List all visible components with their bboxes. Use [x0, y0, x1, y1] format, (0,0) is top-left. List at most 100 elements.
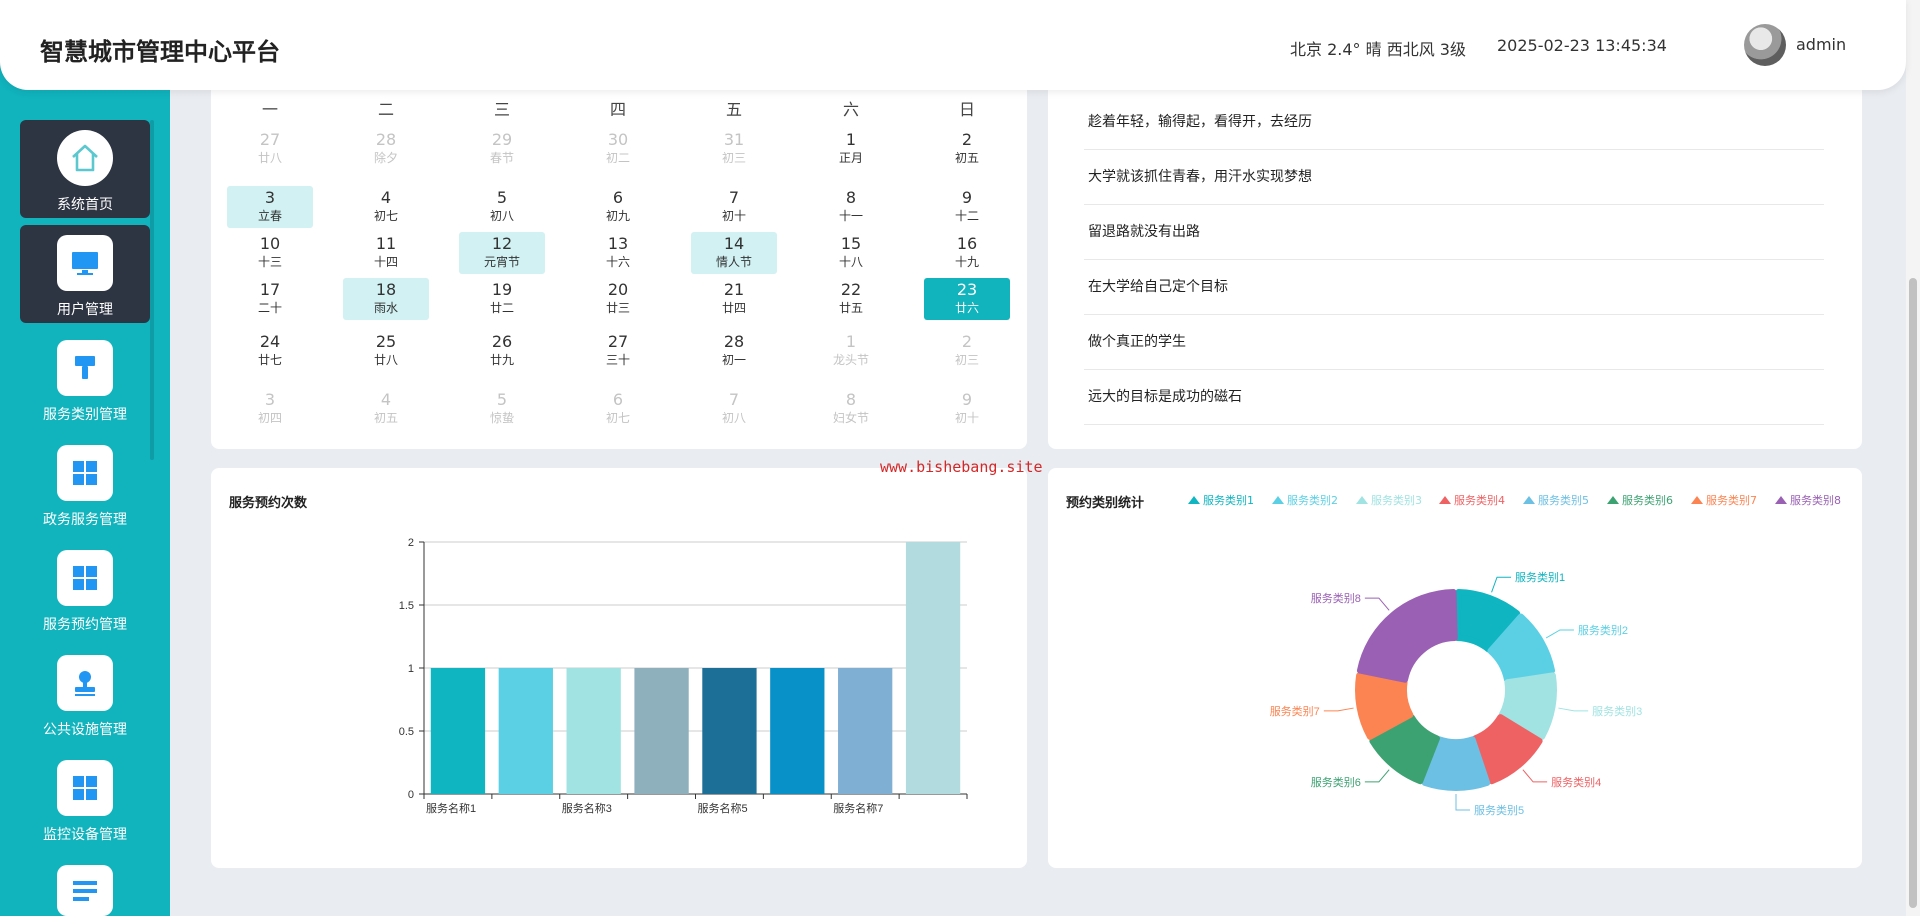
quote-item[interactable]: 远大的目标是成功的磁石 [1084, 370, 1824, 425]
lunar-label: 十九 [954, 255, 979, 269]
bar[interactable] [498, 668, 553, 794]
calendar-day[interactable]: 5 初八 [459, 186, 545, 228]
calendar-day[interactable]: 3 初四 [227, 388, 313, 430]
pie-slice[interactable] [1356, 589, 1458, 683]
lunar-label: 十六 [605, 255, 630, 269]
calendar-day[interactable]: 20 廿三 [575, 278, 661, 320]
calendar-day[interactable]: 2 初三 [924, 330, 1010, 372]
page-scrollbar-thumb[interactable] [1909, 278, 1917, 908]
day-number: 18 [375, 280, 397, 299]
sidebar-item-service-category[interactable]: 服务类别管理 [20, 330, 150, 428]
calendar-day[interactable]: 24 廿七 [227, 330, 313, 372]
calendar-day[interactable]: 26 廿九 [459, 330, 545, 372]
calendar-day[interactable]: 17 二十 [227, 278, 313, 320]
calendar-day[interactable]: 5 惊蛰 [459, 388, 545, 430]
calendar-day[interactable]: 31 初三 [691, 128, 777, 170]
pie-leader-line [1455, 794, 1470, 811]
lunar-label: 十一 [838, 209, 863, 223]
lunar-label: 初七 [373, 209, 398, 223]
calendar-day[interactable]: 27 三十 [575, 330, 661, 372]
calendar-day[interactable]: 8 妇女节 [808, 388, 894, 430]
bar[interactable] [838, 668, 893, 794]
bar[interactable] [430, 668, 486, 794]
calendar-day[interactable]: 3 立春 [227, 186, 313, 228]
day-number: 2 [961, 332, 973, 351]
bar[interactable] [566, 668, 621, 794]
weekday-header: 五 [725, 100, 742, 119]
quote-item[interactable]: 趁着年轻，输得起，看得开，去经历 [1084, 95, 1824, 150]
calendar-day[interactable]: 27 廿八 [227, 128, 313, 170]
day-number: 27 [607, 332, 629, 351]
calendar-day[interactable]: 9 初十 [924, 388, 1010, 430]
calendar-day[interactable]: 6 初九 [575, 186, 661, 228]
weekday-header: 二 [377, 100, 394, 119]
calendar-day-today[interactable]: 23 廿六 [924, 278, 1010, 320]
calendar-day[interactable]: 7 初十 [691, 186, 777, 228]
calendar-day[interactable]: 29 春节 [459, 128, 545, 170]
sidebar-item-gov-service[interactable]: 政务服务管理 [20, 435, 150, 533]
calendar-day[interactable]: 16 十九 [924, 232, 1010, 274]
sidebar-item-home[interactable]: 系统首页 [20, 120, 150, 218]
sidebar-scrollbar[interactable] [150, 120, 154, 460]
calendar-day[interactable]: 18 雨水 [343, 278, 429, 320]
bar[interactable] [702, 668, 757, 794]
calendar-day[interactable]: 30 初二 [575, 128, 661, 170]
calendar-day[interactable]: 28 除夕 [343, 128, 429, 170]
sidebar-item-booking[interactable]: 服务预约管理 [20, 540, 150, 638]
bar[interactable] [905, 542, 961, 794]
lunar-label: 廿八 [257, 151, 282, 165]
calendar-day[interactable]: 8 十一 [808, 186, 894, 228]
lunar-label: 春节 [489, 151, 514, 165]
calendar-day[interactable]: 4 初七 [343, 186, 429, 228]
calendar-day[interactable]: 15 十八 [808, 232, 894, 274]
day-number: 30 [607, 130, 629, 149]
day-number: 26 [491, 332, 513, 351]
day-number: 31 [723, 130, 745, 149]
lunar-label: 初七 [605, 411, 630, 425]
grid-icon [57, 760, 113, 816]
calendar-day[interactable]: 6 初七 [575, 388, 661, 430]
sidebar-item-facilities[interactable]: 公共设施管理 [20, 645, 150, 743]
page-scrollbar[interactable] [1906, 0, 1920, 916]
sidebar-item-monitor-devices[interactable]: 监控设备管理 [20, 750, 150, 848]
bar[interactable] [634, 668, 689, 794]
avatar[interactable] [1744, 24, 1786, 66]
username[interactable]: admin [1796, 35, 1846, 54]
sidebar-item-users[interactable]: 用户管理 [20, 225, 150, 323]
calendar-day[interactable]: 9 十二 [924, 186, 1010, 228]
calendar-day[interactable]: 11 十四 [343, 232, 429, 274]
calendar-day[interactable]: 22 廿五 [808, 278, 894, 320]
pie-label: 服务类别3 [1592, 704, 1642, 718]
lunar-label: 立春 [257, 209, 282, 223]
pie-label: 服务类别1 [1515, 570, 1565, 584]
calendar-day[interactable]: 10 十三 [227, 232, 313, 274]
day-number: 3 [264, 390, 276, 409]
calendar-day[interactable]: 14 情人节 [691, 232, 777, 274]
calendar-day[interactable]: 1 正月 [808, 128, 894, 170]
quote-item[interactable]: 在大学给自己定个目标 [1084, 260, 1824, 315]
lunar-label: 廿四 [721, 301, 746, 315]
lunar-label: 初四 [257, 411, 282, 425]
calendar-day[interactable]: 7 初八 [691, 388, 777, 430]
calendar-day[interactable]: 12 元宵节 [459, 232, 545, 274]
quote-item[interactable]: 留退路就没有出路 [1084, 205, 1824, 260]
calendar-day[interactable]: 28 初一 [691, 330, 777, 372]
calendar-day[interactable]: 19 廿二 [459, 278, 545, 320]
bar[interactable] [770, 668, 825, 794]
quote-item[interactable]: 大学就该抓住青春，用汗水实现梦想 [1084, 150, 1824, 205]
calendar-card: 一二三四五六日 27 廿八 28 除夕 29 春节 30 初二 31 初三 1 正月 2 初五 3 立春 4 初七 5… [211, 60, 1027, 449]
day-number: 8 [845, 188, 857, 207]
list-icon [57, 865, 113, 916]
calendar-day[interactable]: 1 龙头节 [808, 330, 894, 372]
calendar-day[interactable]: 25 廿八 [343, 330, 429, 372]
weekday-header: 六 [842, 100, 859, 119]
sidebar-item-more[interactable] [20, 855, 150, 916]
y-tick-label: 1.5 [399, 600, 414, 612]
calendar-day[interactable]: 2 初五 [924, 128, 1010, 170]
lunar-label: 廿八 [373, 353, 398, 367]
quote-item[interactable]: 做个真正的学生 [1084, 315, 1824, 370]
day-number: 10 [259, 234, 281, 253]
calendar-day[interactable]: 4 初五 [343, 388, 429, 430]
calendar-day[interactable]: 21 廿四 [691, 278, 777, 320]
calendar-day[interactable]: 13 十六 [575, 232, 661, 274]
